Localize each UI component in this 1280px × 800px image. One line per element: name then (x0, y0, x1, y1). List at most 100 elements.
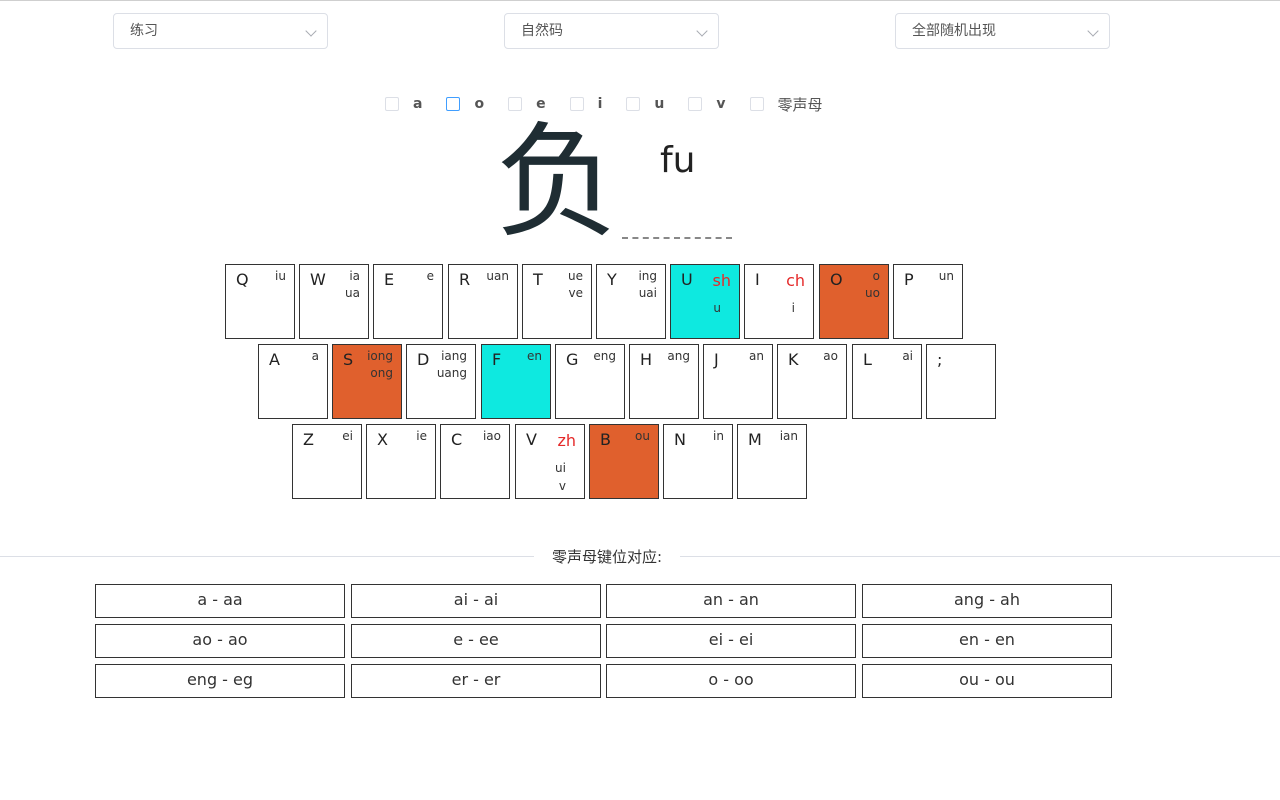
key-final: iong (367, 349, 393, 363)
key-letter: X (377, 430, 388, 449)
key-c[interactable]: Ciao (440, 424, 510, 499)
key-a[interactable]: Aa (258, 344, 328, 419)
key-letter: Y (607, 270, 617, 289)
chevron-down-icon (305, 25, 317, 37)
key-final: o (872, 269, 880, 283)
zero-initial-mapping: an - an (606, 584, 856, 618)
key-y[interactable]: Ying uai (596, 264, 666, 339)
key-final: e (426, 269, 434, 283)
zero-initial-mapping: ei - ei (606, 624, 856, 658)
filter-label: v (716, 96, 726, 112)
key-letter: S (343, 350, 354, 369)
key-s[interactable]: Siong ong (332, 344, 402, 419)
filter-checkbox-i[interactable]: i (569, 96, 627, 112)
key-final-secondary: uai (638, 286, 657, 300)
mode-select[interactable]: 练习 (113, 13, 328, 49)
key-h[interactable]: Hang (629, 344, 699, 419)
filter-checkbox-u[interactable]: u (626, 96, 688, 112)
zero-initial-mapping: er - er (351, 664, 601, 698)
filter-label: i (597, 96, 603, 112)
key-g[interactable]: Geng (555, 344, 625, 419)
chevron-down-icon (696, 25, 708, 37)
filter-checkbox-o[interactable]: o (446, 96, 508, 112)
key-d[interactable]: Diang uang (406, 344, 476, 419)
zero-initial-mapping: eng - eg (95, 664, 345, 698)
filter-checkbox-a[interactable]: a (385, 96, 446, 112)
checkbox-box[interactable] (626, 97, 641, 111)
key-letter: D (417, 350, 430, 369)
key-l[interactable]: Lai (852, 344, 922, 419)
key-letter: U (681, 270, 693, 289)
order-select[interactable]: 全部随机出现 (895, 13, 1110, 49)
key-final: in (713, 429, 724, 443)
filter-label: a (413, 96, 423, 112)
key-letter: M (748, 430, 762, 449)
filter-label: 零声母 (777, 95, 823, 114)
key-u[interactable]: Ush u (670, 264, 740, 339)
key-t[interactable]: Tue ve (522, 264, 592, 339)
key-e[interactable]: Ee (373, 264, 443, 339)
key-final-secondary: ua (345, 286, 360, 300)
checkbox-box[interactable] (688, 97, 703, 111)
key-final: ao (823, 349, 838, 363)
chevron-down-icon (1087, 25, 1099, 37)
checkbox-box[interactable] (508, 97, 523, 111)
key-final: ou (635, 429, 650, 443)
key-letter: V (526, 430, 537, 449)
zero-initial-mapping: ai - ai (351, 584, 601, 618)
key-letter: I (755, 270, 760, 289)
key-r[interactable]: Ruan (448, 264, 518, 339)
key-letter: F (492, 350, 502, 369)
key-final: un (938, 269, 954, 283)
key-m[interactable]: Mian (737, 424, 807, 499)
key-final: a (311, 349, 319, 363)
checkbox-box[interactable] (569, 97, 584, 111)
filter-checkbox-zero-initial[interactable]: 零声母 (749, 94, 847, 115)
zero-initial-title: 零声母键位对应: (534, 546, 681, 567)
practice-pinyin: fu (660, 140, 696, 181)
checkbox-box[interactable] (385, 97, 399, 111)
filter-checkbox-v[interactable]: v (688, 96, 749, 112)
key-letter: W (310, 270, 326, 289)
key-n[interactable]: Nin (663, 424, 733, 499)
key-b[interactable]: Bou (589, 424, 659, 499)
scheme-select[interactable]: 自然码 (504, 13, 719, 49)
key-w[interactable]: Wia ua (299, 264, 369, 339)
key-j[interactable]: Jan (703, 344, 773, 419)
key-letter: Z (303, 430, 314, 449)
key-final: iang (441, 349, 467, 363)
filter-checkbox-e[interactable]: e (508, 96, 570, 112)
key-final: iu (275, 269, 286, 283)
key-i[interactable]: Ich i (744, 264, 814, 339)
zero-initial-mapping: en - en (862, 624, 1112, 658)
key-final: an (749, 349, 764, 363)
key-final-secondary: ve (568, 286, 583, 300)
key-letter: B (600, 430, 611, 449)
key-final-secondary: ong (370, 366, 393, 380)
zero-initial-mapping: ou - ou (862, 664, 1112, 698)
key-final: ei (342, 429, 353, 443)
checkbox-box[interactable] (446, 97, 461, 111)
order-select-value: 全部随机出现 (912, 23, 996, 39)
key-x[interactable]: Xie (366, 424, 436, 499)
key-p[interactable]: Pun (893, 264, 963, 339)
key-v[interactable]: Vzh ui v (515, 424, 585, 499)
key-final: i (791, 301, 795, 315)
key-final: iao (482, 429, 501, 443)
key-f[interactable]: Fen (481, 344, 551, 419)
zero-initial-mapping: ang - ah (862, 584, 1112, 618)
key-o[interactable]: Oo uo (819, 264, 889, 339)
checkbox-box[interactable] (749, 97, 764, 111)
key-k[interactable]: Kao (777, 344, 847, 419)
zero-initial-mapping: o - oo (606, 664, 856, 698)
key-q[interactable]: Qiu (225, 264, 295, 339)
scheme-select-value: 自然码 (521, 23, 563, 39)
key-z[interactable]: Zei (292, 424, 362, 499)
key-letter: L (863, 350, 872, 369)
key-letter: Q (236, 270, 249, 289)
key-letter: H (640, 350, 653, 369)
key-letter: E (384, 270, 395, 289)
key-initial: sh (712, 271, 731, 290)
key-letter: C (451, 430, 463, 449)
key-semicolon[interactable]: ; (926, 344, 996, 419)
